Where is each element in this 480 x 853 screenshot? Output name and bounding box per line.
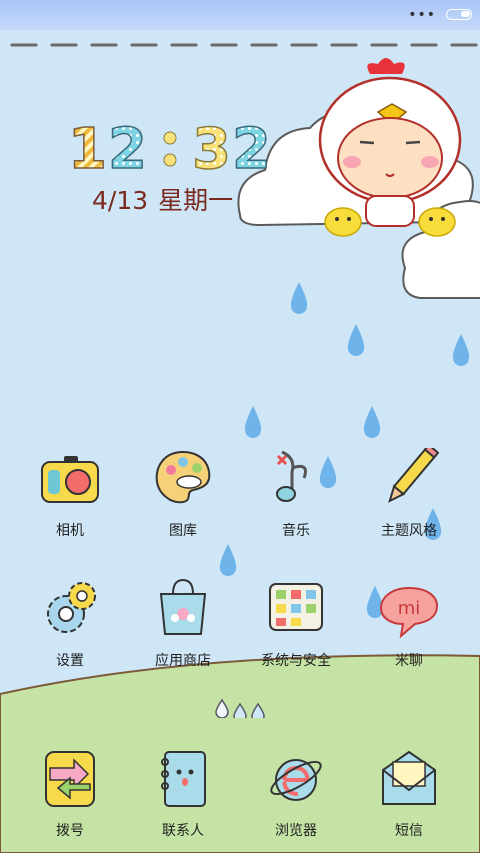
app-label: 音乐	[282, 523, 310, 539]
page-dot	[251, 702, 265, 718]
app-messages[interactable]: 短信	[354, 738, 464, 848]
date-day: 4/13	[92, 186, 149, 215]
envelope-icon	[382, 750, 436, 805]
music-note-icon	[276, 450, 307, 502]
app-dialer[interactable]: 拨号	[15, 738, 125, 848]
clock-colon-top	[163, 131, 177, 145]
clock-minute-tens: 3	[192, 118, 231, 174]
home-screen: ••• 1 2 3 2 4/13 星期一 相机 图库 音乐 主题风格 设置 应用…	[0, 0, 480, 853]
page-dot-active	[215, 698, 229, 718]
app-miliao[interactable]: mi 米聊	[354, 568, 464, 678]
date-text: 4/13 星期一	[92, 186, 243, 216]
gear-icon	[47, 582, 96, 633]
status-bar: •••	[0, 0, 480, 30]
app-label: 短信	[395, 823, 423, 839]
app-themes[interactable]: 主题风格	[354, 438, 464, 548]
app-label: 图库	[169, 523, 197, 539]
app-label: 拨号	[56, 823, 84, 839]
more-dots-icon: •••	[408, 7, 436, 23]
app-label: 浏览器	[275, 823, 317, 839]
contacts-book-icon	[161, 751, 206, 807]
app-label: 主题风格	[381, 523, 437, 539]
battery-icon	[446, 9, 472, 20]
speech-bubble-icon: mi	[379, 586, 439, 638]
clock-colon-bottom	[163, 153, 177, 167]
app-camera[interactable]: 相机	[15, 438, 125, 548]
app-music[interactable]: 音乐	[241, 438, 351, 548]
app-label: 系统与安全	[261, 653, 331, 669]
shopping-bag-icon	[159, 578, 207, 635]
dashed-divider	[10, 43, 480, 47]
page-dot	[233, 702, 247, 718]
clock-hour-tens: 1	[68, 118, 107, 174]
app-settings[interactable]: 设置	[15, 568, 125, 678]
app-security[interactable]: 系统与安全	[241, 568, 351, 678]
app-contacts[interactable]: 联系人	[128, 738, 238, 848]
app-label: 设置	[56, 653, 84, 669]
clock-hour-ones: 2	[108, 118, 147, 174]
app-label: 联系人	[162, 823, 204, 839]
shield-grid-icon	[269, 583, 323, 631]
page-indicator	[215, 698, 265, 718]
clock-minute-ones: 2	[232, 118, 271, 174]
clock-widget: 1 2 3 2	[67, 118, 271, 174]
camera-icon	[41, 456, 99, 503]
app-label: 相机	[56, 523, 84, 539]
pencil-icon	[388, 448, 439, 503]
browser-icon	[270, 759, 322, 801]
date-weekday: 星期一	[158, 186, 234, 215]
app-gallery[interactable]: 图库	[128, 438, 238, 548]
app-store[interactable]: 应用商店	[128, 568, 238, 678]
palette-icon	[155, 450, 211, 504]
bubble-text: mi	[398, 598, 421, 619]
app-label: 米聊	[395, 653, 423, 669]
phone-icon	[45, 751, 95, 807]
app-browser[interactable]: 浏览器	[241, 738, 351, 848]
app-label: 应用商店	[155, 653, 211, 669]
